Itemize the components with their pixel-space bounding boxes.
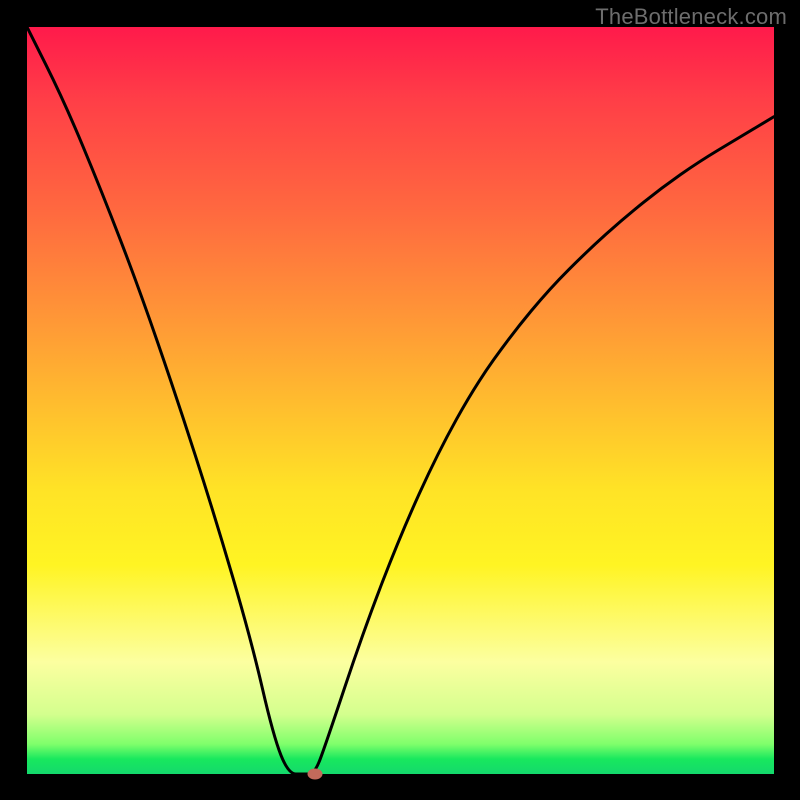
optimum-marker xyxy=(307,769,322,780)
watermark-text: TheBottleneck.com xyxy=(595,4,787,30)
bottleneck-curve xyxy=(27,27,774,774)
plot-area xyxy=(27,27,774,774)
curve-svg xyxy=(27,27,774,774)
chart-frame: TheBottleneck.com xyxy=(0,0,800,800)
